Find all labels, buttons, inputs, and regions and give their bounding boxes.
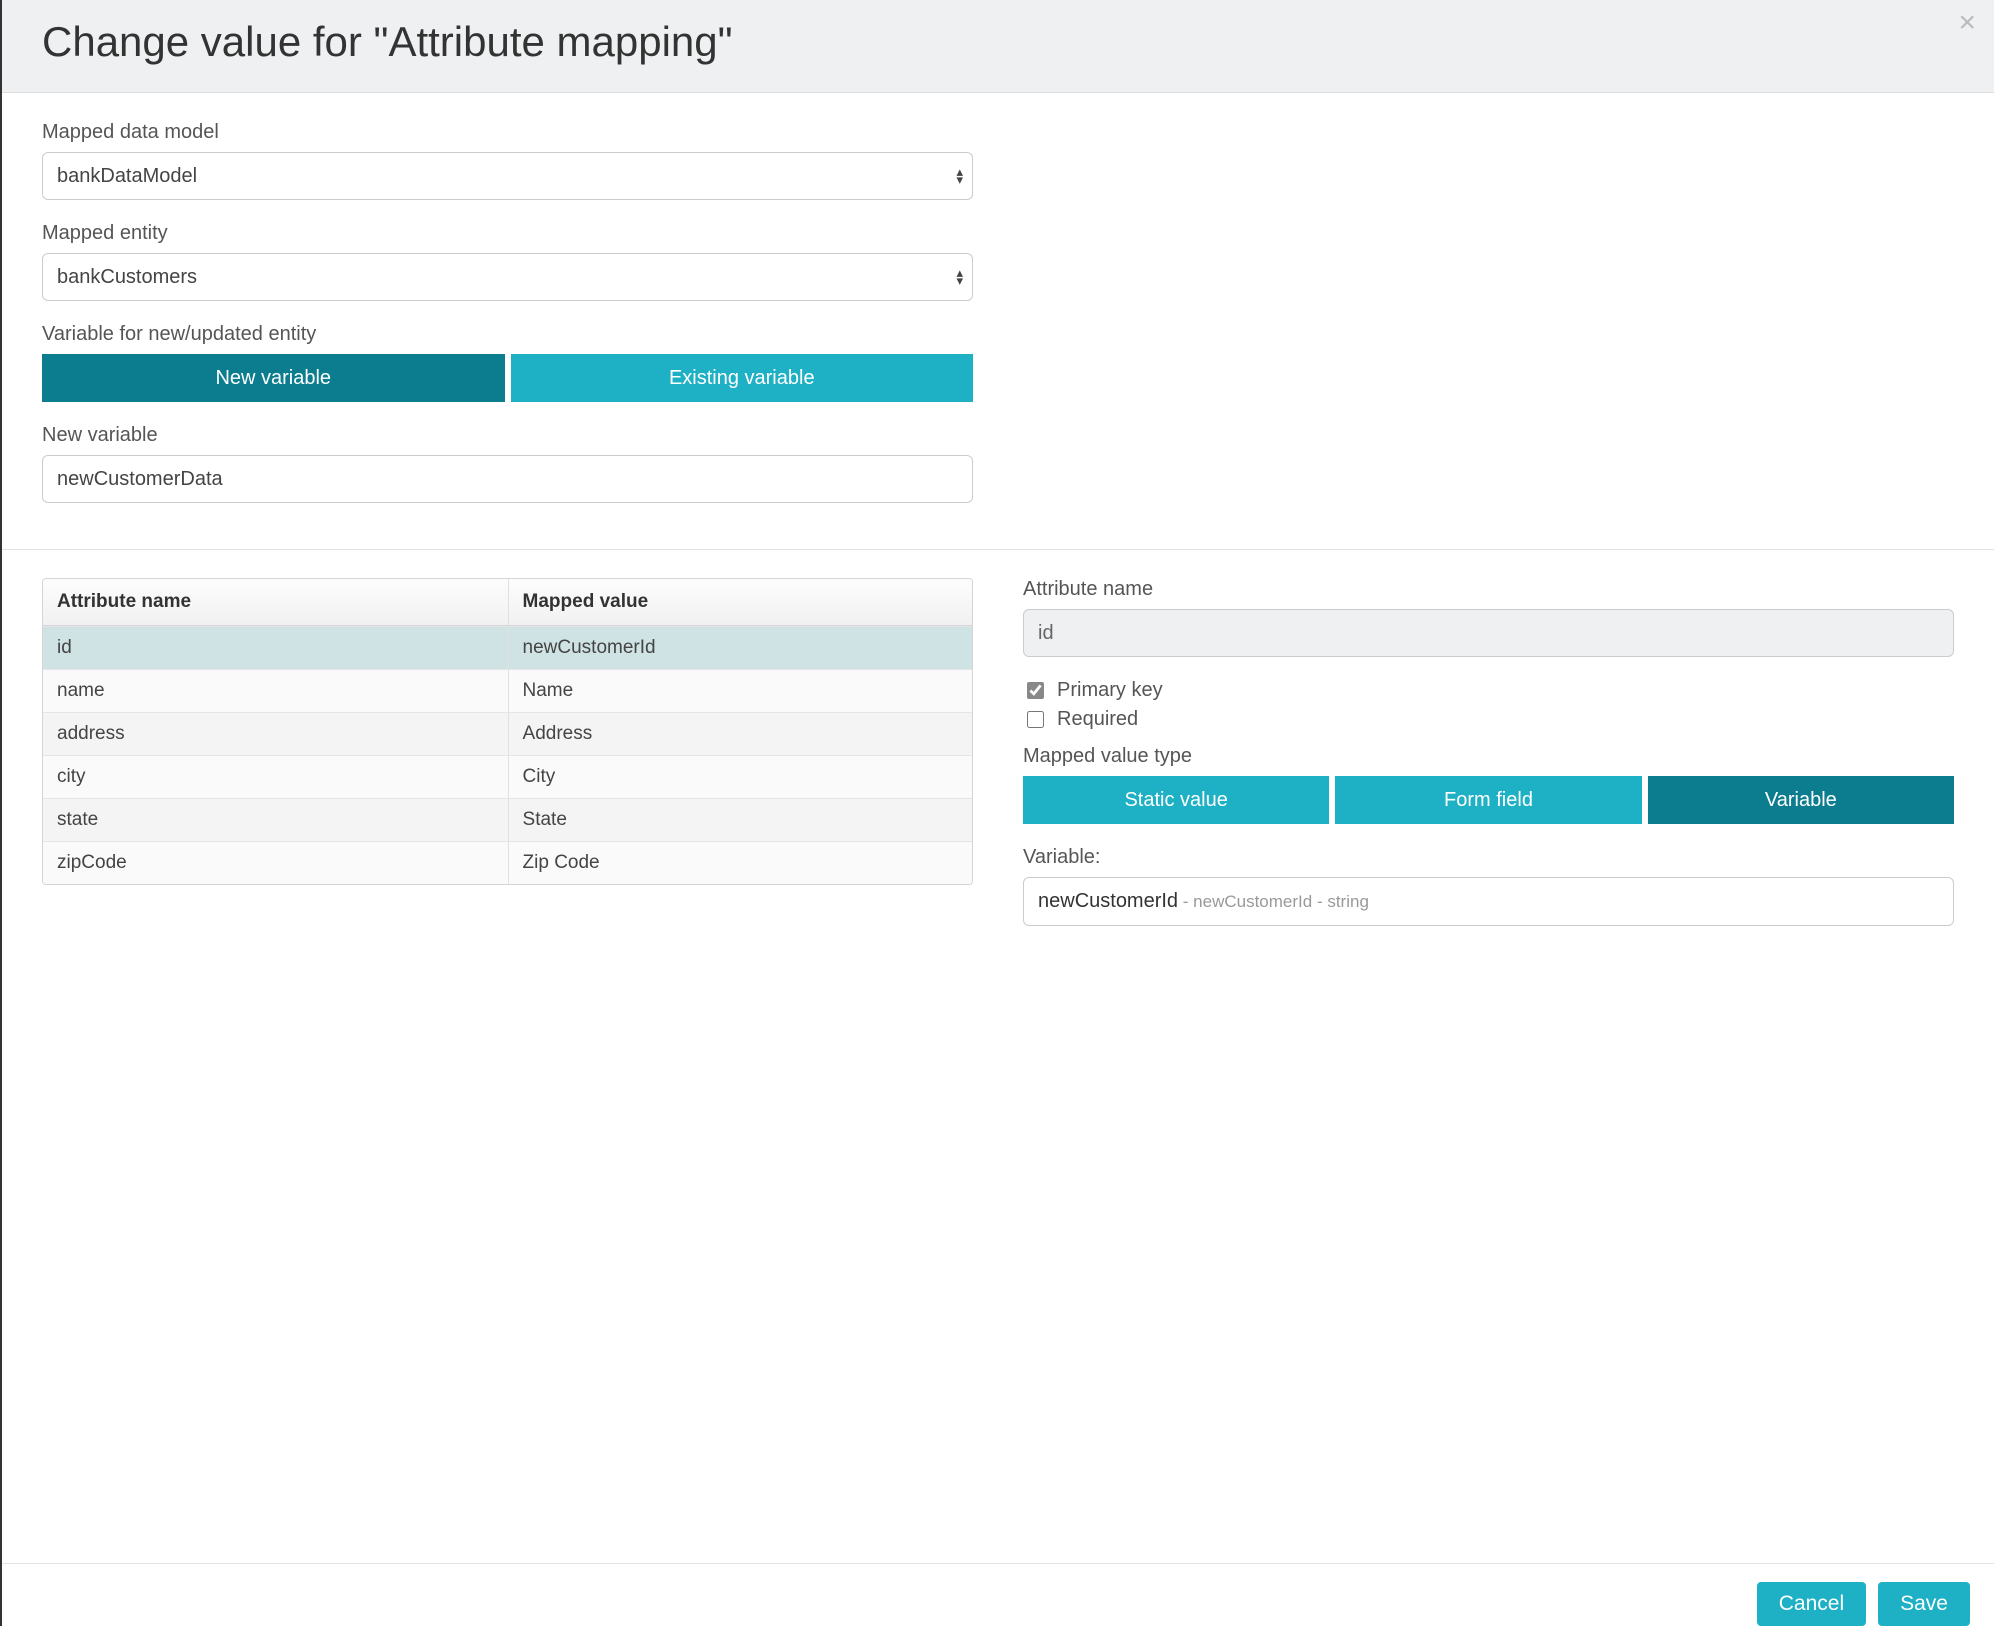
dialog-footer: Cancel Save	[2, 1563, 1994, 1626]
mapped-entity-select[interactable]: bankCustomers	[42, 253, 973, 301]
mapped-model-group: Mapped data model bankDataModel ▴▾	[42, 121, 973, 200]
variable-display[interactable]: newCustomerId - newCustomerId - string	[1023, 877, 1954, 926]
col-attribute-name: Attribute name	[43, 579, 508, 626]
mapped-entity-label: Mapped entity	[42, 222, 973, 245]
variable-name: newCustomerId	[1038, 890, 1178, 912]
section-divider	[2, 549, 1994, 550]
primary-key-row[interactable]: Primary key	[1023, 679, 1954, 702]
table-row[interactable]: idnewCustomerId	[43, 626, 972, 669]
cell-mapped-value: Address	[508, 712, 972, 755]
type-variable-toggle[interactable]: Variable	[1648, 776, 1954, 824]
close-icon[interactable]: ×	[1958, 8, 1976, 38]
type-form-toggle[interactable]: Form field	[1335, 776, 1641, 824]
new-var-group: New variable	[42, 424, 973, 503]
mapped-type-label: Mapped value type	[1023, 745, 1954, 768]
cell-attribute-name: id	[43, 626, 508, 669]
attribute-table: Attribute name Mapped value idnewCustome…	[42, 578, 973, 885]
existing-variable-toggle[interactable]: Existing variable	[511, 354, 974, 402]
flags-group: Primary key Required	[1023, 679, 1954, 731]
cell-attribute-name: city	[43, 755, 508, 798]
new-variable-toggle[interactable]: New variable	[42, 354, 505, 402]
cell-mapped-value: State	[508, 798, 972, 841]
var-mode-group: Variable for new/updated entity New vari…	[42, 323, 973, 402]
dialog-header: Change value for "Attribute mapping" ×	[2, 0, 1994, 93]
table-row[interactable]: addressAddress	[43, 712, 972, 755]
cell-attribute-name: address	[43, 712, 508, 755]
new-var-input[interactable]	[42, 455, 973, 503]
cell-mapped-value: newCustomerId	[508, 626, 972, 669]
cell-mapped-value: Zip Code	[508, 841, 972, 884]
primary-key-label: Primary key	[1057, 679, 1163, 702]
table-row[interactable]: nameName	[43, 669, 972, 712]
cell-attribute-name: state	[43, 798, 508, 841]
mapped-model-select[interactable]: bankDataModel	[42, 152, 973, 200]
mapped-entity-group: Mapped entity bankCustomers ▴▾	[42, 222, 973, 301]
table-row[interactable]: zipCodeZip Code	[43, 841, 972, 884]
required-checkbox[interactable]	[1027, 711, 1044, 728]
table-row[interactable]: stateState	[43, 798, 972, 841]
variable-meta: - newCustomerId - string	[1178, 892, 1369, 911]
cell-mapped-value: Name	[508, 669, 972, 712]
table-row[interactable]: cityCity	[43, 755, 972, 798]
dialog: Change value for "Attribute mapping" × M…	[0, 0, 1994, 1626]
variable-group: Variable: newCustomerId - newCustomerId …	[1023, 846, 1954, 926]
col-mapped-value: Mapped value	[508, 579, 972, 626]
attr-name-input	[1023, 609, 1954, 657]
mapped-model-label: Mapped data model	[42, 121, 973, 144]
dialog-body: Mapped data model bankDataModel ▴▾ Mappe…	[2, 93, 1994, 1563]
var-mode-label: Variable for new/updated entity	[42, 323, 973, 346]
cell-attribute-name: name	[43, 669, 508, 712]
attr-name-label: Attribute name	[1023, 578, 1954, 601]
attr-name-group: Attribute name	[1023, 578, 1954, 657]
dialog-title: Change value for "Attribute mapping"	[42, 18, 1954, 66]
primary-key-checkbox[interactable]	[1027, 682, 1044, 699]
type-static-toggle[interactable]: Static value	[1023, 776, 1329, 824]
mapped-type-group: Mapped value type Static value Form fiel…	[1023, 745, 1954, 824]
required-row[interactable]: Required	[1023, 708, 1954, 731]
save-button[interactable]: Save	[1878, 1582, 1970, 1626]
variable-label: Variable:	[1023, 846, 1954, 869]
cancel-button[interactable]: Cancel	[1757, 1582, 1866, 1626]
required-label: Required	[1057, 708, 1138, 731]
cell-attribute-name: zipCode	[43, 841, 508, 884]
new-var-label: New variable	[42, 424, 973, 447]
cell-mapped-value: City	[508, 755, 972, 798]
